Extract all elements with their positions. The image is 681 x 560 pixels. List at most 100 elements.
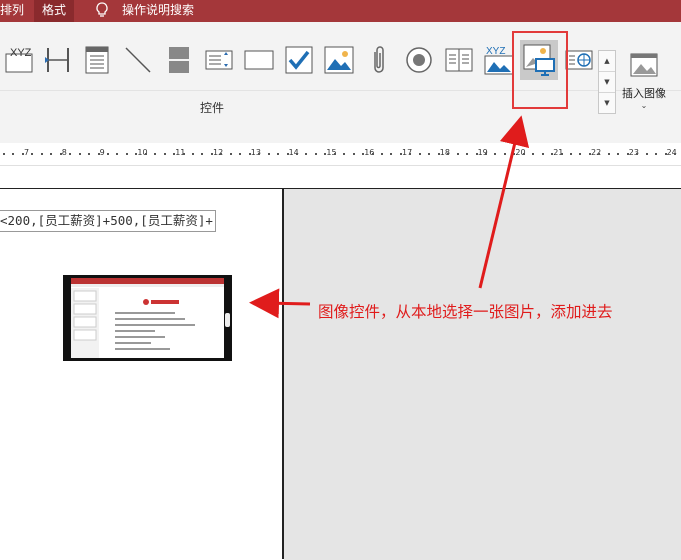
ruler-tick [324, 153, 327, 155]
line-icon[interactable] [122, 44, 154, 76]
horizontal-ruler: 7 8 9 10 11 12 13 14 15 16 17 18 19 20 21 22 23 24 [0, 143, 681, 166]
ruler-tick [636, 153, 639, 155]
ruler-tick [295, 153, 298, 155]
insert-image-label: 插入图像 [622, 87, 666, 100]
ruler-tick [664, 153, 667, 155]
lightbulb-icon [95, 2, 109, 21]
ruler-tick [305, 153, 308, 155]
insert-image-icon [630, 53, 658, 77]
image-control-preview[interactable] [63, 275, 232, 361]
ruler-tick [192, 153, 194, 155]
ruler-tick [456, 153, 459, 155]
ruler-tick [258, 153, 261, 155]
ruler-tick [503, 153, 506, 155]
ruler-tick [314, 153, 317, 155]
tab-arrange[interactable]: 排列 [0, 0, 32, 22]
gallery-down-button[interactable]: ▼ [599, 72, 615, 93]
ruler-tick [399, 153, 402, 155]
ruler-tick [59, 153, 62, 155]
ruler-tick [40, 153, 43, 155]
ruler-tick [371, 153, 374, 155]
annotation-text: 图像控件，从本地选择一张图片，添加进去 [318, 303, 613, 321]
ruler-tick [78, 153, 81, 155]
ruler-tick [626, 153, 629, 155]
ruler-tick [579, 153, 582, 155]
ruler-tick [588, 153, 591, 155]
ruler-tick [50, 153, 53, 155]
text-box-icon[interactable]: XYZ [4, 44, 36, 76]
image-icon[interactable] [323, 44, 355, 76]
gallery-up-button[interactable]: ▲ [599, 51, 615, 72]
attachment-icon[interactable] [363, 44, 395, 76]
ruler-tick [69, 153, 72, 155]
ruler-tick [154, 153, 157, 155]
ruler-tick [617, 153, 620, 155]
report-design-page [0, 188, 282, 560]
ruler-tick [475, 153, 478, 155]
ruler-tick [673, 153, 676, 155]
ruler-tick [541, 153, 544, 155]
highlight-box [512, 31, 568, 109]
ruler-tick [409, 153, 412, 155]
ruler-tick [239, 153, 242, 155]
ruler-tick [607, 153, 610, 155]
ruler-tick [97, 153, 100, 155]
gallery-more-button[interactable]: ▼ [599, 93, 615, 113]
ribbon: XYZ XYZ ▲ ▼ ▼ 插入图像 ⌄ 控件 [0, 22, 681, 120]
gallery-scroll[interactable]: ▲ ▼ ▼ [598, 50, 616, 114]
insert-image-button[interactable]: 插入图像 ⌄ [618, 52, 670, 110]
list-box-icon[interactable] [82, 44, 114, 76]
ruler-tick [390, 153, 393, 155]
formula-text-box[interactable]: <200,[员工薪资]+500,[员工薪资]+ [0, 210, 216, 232]
ruler-tick [229, 153, 232, 155]
ruler-tick [125, 153, 128, 155]
ruler-tick [532, 153, 535, 155]
ribbon-bottom-band [0, 119, 681, 143]
combo-box-icon[interactable] [203, 44, 235, 76]
chart-icon[interactable]: XYZ [483, 44, 515, 76]
ruler-tick [513, 153, 516, 155]
ruler-tick [428, 153, 431, 155]
ruler-tick [144, 153, 147, 155]
ruler-tick [12, 153, 15, 155]
ruler-tick [570, 153, 572, 155]
ruler-number: 9 [99, 148, 105, 157]
check-box-icon[interactable] [283, 44, 315, 76]
rectangle-icon[interactable] [243, 44, 275, 76]
ruler-tick [31, 153, 34, 155]
ruler-tick [106, 153, 109, 155]
design-header-area [0, 166, 681, 188]
ruler-tick [173, 153, 176, 155]
split-bar-icon[interactable] [163, 44, 195, 76]
splitter-icon[interactable] [42, 44, 74, 76]
option-button-icon[interactable] [403, 44, 435, 76]
ruler-tick [267, 153, 270, 155]
ruler-tick [484, 153, 487, 155]
tab-format[interactable]: 格式 [34, 0, 75, 22]
ruler-tick [381, 153, 383, 155]
ruler-tick [418, 153, 421, 155]
screenshot-image [71, 278, 224, 358]
svg-text:XYZ: XYZ [10, 47, 32, 59]
chevron-down-icon: ⌄ [640, 101, 648, 110]
ruler-number: 7 [24, 148, 30, 157]
tell-me-search[interactable]: 操作说明搜索 [114, 0, 202, 22]
gray-background-area [284, 188, 681, 560]
ruler-tick [88, 153, 91, 155]
ruler-tick [655, 153, 658, 155]
svg-text:XYZ: XYZ [486, 46, 505, 57]
ruler-tick [135, 153, 138, 155]
ruler-tick [116, 153, 119, 155]
ruler-tick [645, 153, 648, 155]
ruler-tick [163, 153, 166, 155]
ruler-number: 8 [61, 148, 67, 157]
ruler-tick [286, 153, 289, 155]
menubar: 排列 格式 操作说明搜索 [0, 0, 681, 22]
group-label-controls: 控件 [200, 101, 225, 115]
tab-control-icon[interactable] [443, 44, 475, 76]
ruler-tick [343, 153, 346, 155]
ruler-tick [277, 153, 280, 155]
ruler-tick [21, 153, 24, 155]
ruler-tick [560, 153, 563, 155]
phone-button [225, 313, 230, 327]
